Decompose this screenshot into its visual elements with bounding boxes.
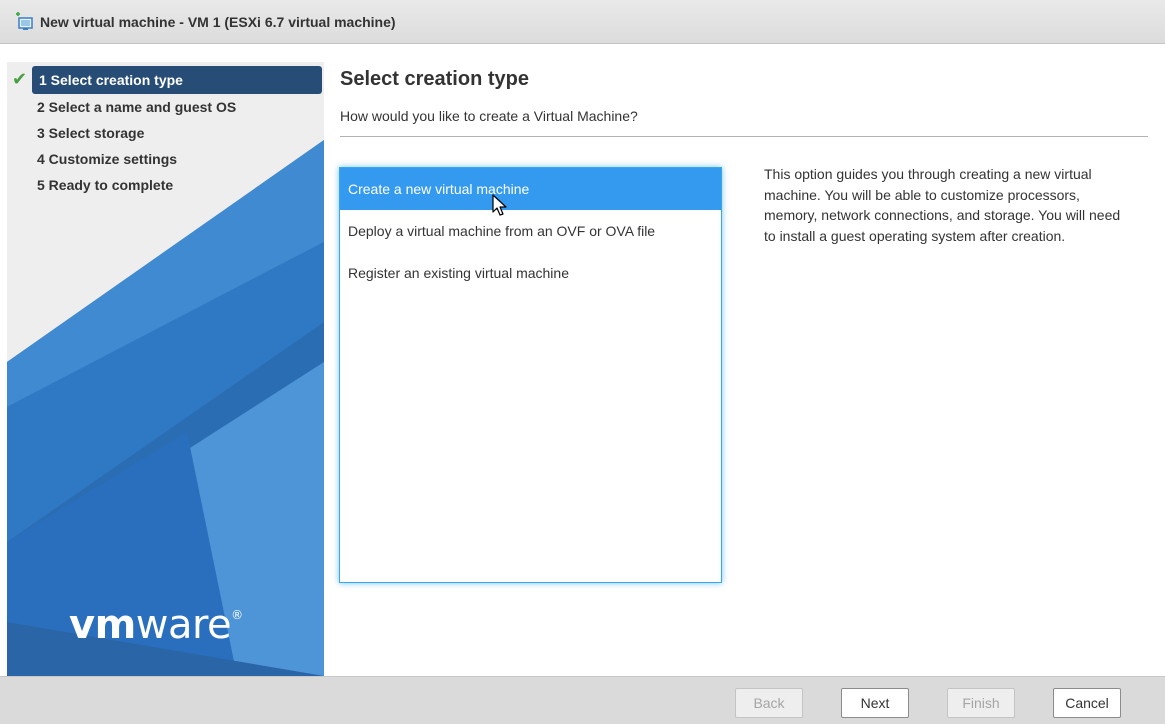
step-customize-settings[interactable]: 4 Customize settings	[7, 146, 324, 172]
step-label: 2 Select a name and guest OS	[37, 99, 237, 115]
option-create-new-vm[interactable]: Create a new virtual machine	[340, 168, 721, 210]
logo-bold: vm	[69, 602, 136, 648]
step-label: 5 Ready to complete	[37, 177, 174, 193]
title-bar: New virtual machine - VM 1 (ESXi 6.7 vir…	[0, 0, 1165, 44]
step-label: 1 Select creation type	[39, 72, 183, 88]
step-select-storage[interactable]: 3 Select storage	[7, 120, 324, 146]
page-title: Select creation type	[340, 68, 529, 90]
wizard-sidebar: ✔ 1 Select creation type 2 Select a name…	[7, 62, 324, 676]
step-ready-to-complete[interactable]: 5 Ready to complete	[7, 172, 324, 198]
new-vm-icon	[14, 11, 34, 32]
step-select-name-guest-os[interactable]: 2 Select a name and guest OS	[7, 94, 324, 120]
wizard-steps: ✔ 1 Select creation type 2 Select a name…	[7, 66, 324, 198]
logo-light: ware	[135, 602, 232, 648]
option-register-existing-vm[interactable]: Register an existing virtual machine	[340, 252, 721, 294]
step-label: 4 Customize settings	[37, 151, 178, 167]
creation-type-list[interactable]: Create a new virtual machine Deploy a vi…	[339, 167, 722, 583]
step-select-creation-type[interactable]: ✔ 1 Select creation type	[12, 66, 322, 94]
step-label: 3 Select storage	[37, 125, 145, 141]
back-button[interactable]: Back	[735, 688, 803, 718]
finish-button[interactable]: Finish	[947, 688, 1015, 718]
checkmark-icon: ✔	[12, 69, 28, 89]
main-content: Select creation type How would you like …	[324, 62, 1165, 676]
divider	[340, 136, 1148, 137]
mouse-cursor-icon	[492, 194, 507, 216]
vmware-logo: vmware®	[69, 602, 243, 648]
cancel-button[interactable]: Cancel	[1053, 688, 1121, 718]
window-title: New virtual machine - VM 1 (ESXi 6.7 vir…	[40, 13, 396, 30]
option-description: This option guides you through creating …	[764, 166, 1121, 244]
option-deploy-ovf-ova[interactable]: Deploy a virtual machine from an OVF or …	[340, 210, 721, 252]
page-subtitle: How would you like to create a Virtual M…	[340, 108, 638, 124]
next-button[interactable]: Next	[841, 688, 909, 718]
logo-mark: ®	[231, 608, 243, 622]
wizard-footer: Back Next Finish Cancel	[0, 676, 1165, 724]
